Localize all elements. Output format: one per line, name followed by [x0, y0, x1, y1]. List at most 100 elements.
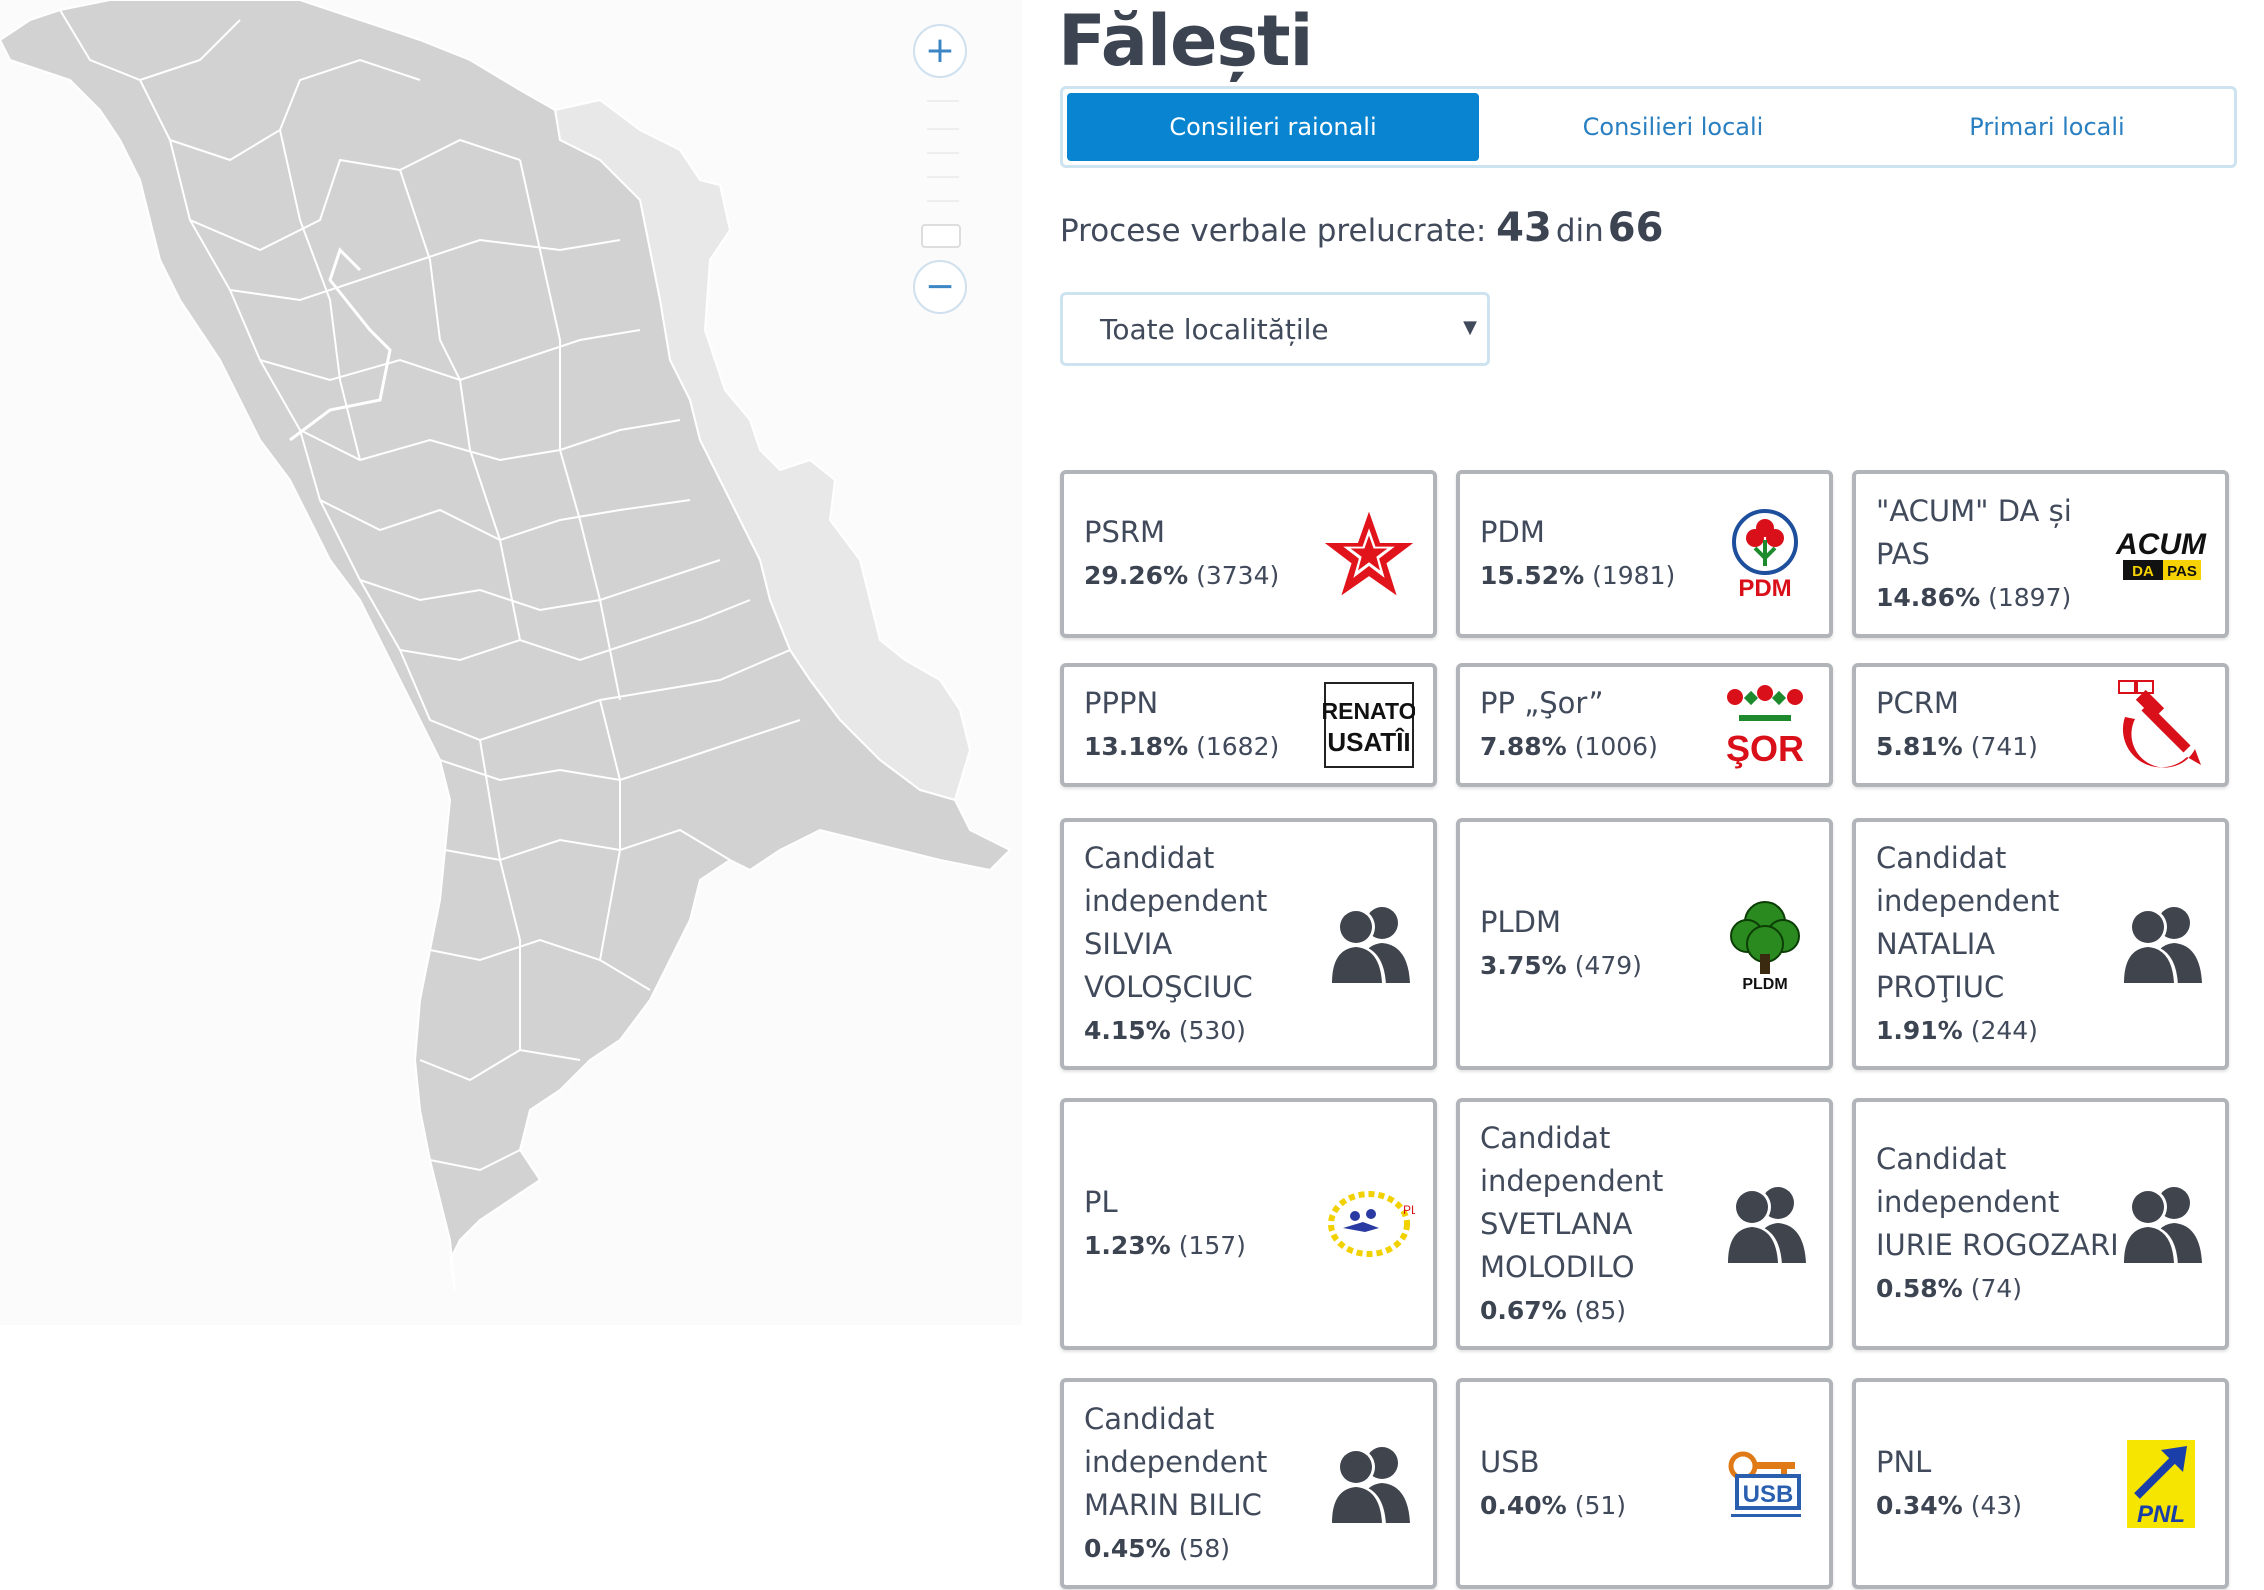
vote-count: (741)	[1970, 732, 2038, 761]
vote-count: (157)	[1178, 1231, 1246, 1260]
result-text: Candidat independent NATALIA PROŢIUC 1.91…	[1876, 822, 2126, 1066]
moldova-map[interactable]	[0, 0, 1022, 1325]
people-icon	[1321, 1436, 1417, 1532]
pl-logo: PL	[1321, 1176, 1417, 1272]
result-values: 1.23% (157)	[1084, 1224, 1334, 1267]
result-card[interactable]: Candidat independent SVETLANA MOLODILO 0.…	[1456, 1098, 1833, 1350]
vote-percent: 5.81%	[1876, 732, 1963, 761]
result-text: Candidat independent SILVIA VOLOŞCIUC 4.1…	[1084, 822, 1334, 1066]
result-card[interactable]: USB 0.40% (51) USB	[1456, 1378, 1833, 1589]
zoom-tick	[927, 200, 959, 202]
svg-text:RENATO: RENATO	[1323, 698, 1415, 724]
party-name: USB	[1480, 1444, 1540, 1479]
result-text: Candidat independent SVETLANA MOLODILO 0.…	[1480, 1102, 1730, 1346]
vote-percent: 0.58%	[1876, 1274, 1963, 1303]
result-card[interactable]: Candidat independent IURIE ROGOZARI 0.58%…	[1852, 1098, 2229, 1350]
result-card[interactable]: PSRM 29.26% (3734)	[1060, 470, 1437, 638]
vote-percent: 13.18%	[1084, 732, 1189, 761]
result-card[interactable]: PPPN 13.18% (1682) RENATO USATÎI	[1060, 663, 1437, 787]
svg-text:PAS: PAS	[2167, 563, 2197, 580]
result-text: USB 0.40% (51)	[1480, 1382, 1730, 1585]
pdm-rose-icon: PDM	[1717, 506, 1813, 602]
processed-total: 66	[1607, 205, 1664, 251]
vote-count: (1981)	[1592, 561, 1676, 590]
party-name: PDM	[1480, 515, 1545, 549]
vote-percent: 7.88%	[1480, 732, 1567, 761]
result-card[interactable]: PL 1.23% (157) PL	[1060, 1098, 1437, 1350]
result-values: 0.45% (58)	[1084, 1527, 1334, 1570]
people-icon	[1321, 896, 1417, 992]
map-panel[interactable]: + −	[0, 0, 1022, 1325]
result-values: 1.91% (244)	[1876, 1009, 2126, 1052]
vote-count: (58)	[1178, 1533, 1231, 1563]
result-values: 14.86% (1897)	[1876, 576, 2126, 619]
svg-text:USB: USB	[1743, 1481, 1794, 1508]
party-name: PP „Şor”	[1480, 686, 1604, 720]
result-text: PPPN 13.18% (1682)	[1084, 667, 1334, 783]
usb-key-logo: USB	[1717, 1436, 1813, 1532]
result-card[interactable]: PNL 0.34% (43) PNL	[1852, 1378, 2229, 1589]
party-name: PCRM	[1876, 686, 1959, 720]
svg-text:PLDM: PLDM	[1742, 976, 1787, 992]
result-text: PNL 0.34% (43)	[1876, 1382, 2126, 1585]
result-card[interactable]: PCRM 5.81% (741)	[1852, 663, 2229, 787]
processed-sep: din	[1555, 213, 1604, 249]
zoom-tick	[927, 100, 959, 102]
result-text: PSRM 29.26% (3734)	[1084, 474, 1334, 634]
vote-percent: 15.52%	[1480, 561, 1585, 590]
zoom-slider-handle[interactable]	[921, 224, 961, 248]
result-values: 0.34% (43)	[1876, 1484, 2126, 1527]
vote-percent: 1.23%	[1084, 1231, 1171, 1260]
result-values: 3.75% (479)	[1480, 944, 1730, 987]
result-values: 5.81% (741)	[1876, 725, 2126, 768]
locality-select[interactable]: Toate localitățile ▼	[1060, 292, 1490, 366]
tab-consilieri-raionali[interactable]: Consilieri raionali	[1067, 93, 1479, 161]
vote-count: (1897)	[1988, 582, 2072, 612]
result-card[interactable]: Candidat independent SILVIA VOLOŞCIUC 4.1…	[1060, 818, 1437, 1070]
vote-percent: 0.40%	[1480, 1490, 1567, 1520]
svg-text:DA: DA	[2132, 563, 2154, 580]
vote-percent: 29.26%	[1084, 561, 1189, 590]
svg-text:PDM: PDM	[1738, 575, 1791, 600]
tab-primari-locali[interactable]: Primari locali	[1867, 93, 2227, 161]
vote-count: (51)	[1574, 1490, 1627, 1520]
vote-count: (479)	[1574, 951, 1642, 980]
result-card[interactable]: Candidat independent NATALIA PROŢIUC 1.91…	[1852, 818, 2229, 1070]
processed-done: 43	[1496, 205, 1552, 251]
vote-percent: 14.86%	[1876, 582, 1981, 612]
vote-percent: 0.45%	[1084, 1533, 1171, 1563]
result-card[interactable]: Candidat independent MARIN BILIC 0.45% (5…	[1060, 1378, 1437, 1589]
result-card[interactable]: PLDM 3.75% (479) PLDM	[1456, 818, 1833, 1070]
pldm-tree-icon: PLDM	[1717, 896, 1813, 992]
processed-counter: Procese verbale prelucrate: 43 din 66	[1060, 205, 1663, 251]
vote-percent: 1.91%	[1876, 1015, 1963, 1045]
result-values: 0.67% (85)	[1480, 1289, 1730, 1332]
vote-count: (1006)	[1574, 732, 1658, 761]
tab-consilieri-locali[interactable]: Consilieri locali	[1479, 93, 1867, 161]
result-card[interactable]: PP „Şor” 7.88% (1006) ŞOR	[1456, 663, 1833, 787]
party-name: Candidat independent SVETLANA MOLODILO	[1480, 1120, 1664, 1284]
svg-text:PL: PL	[1403, 1203, 1415, 1217]
svg-text:ACUM: ACUM	[2115, 528, 2207, 561]
vote-count: (74)	[1970, 1274, 2023, 1303]
result-text: Candidat independent IURIE ROGOZARI 0.58%…	[1876, 1102, 2126, 1346]
pnl-logo: PNL	[2113, 1436, 2209, 1532]
vote-count: (43)	[1970, 1490, 2023, 1520]
vote-count: (3734)	[1196, 561, 1280, 590]
vote-count: (244)	[1970, 1015, 2038, 1045]
renato-usatii-logo: RENATO USATÎI	[1321, 677, 1417, 773]
result-values: 0.58% (74)	[1876, 1267, 2126, 1310]
page-title: Fălești	[1058, 0, 1314, 82]
minus-icon: −	[924, 266, 956, 307]
caret-down-icon: ▼	[1463, 317, 1477, 338]
locality-select-value: Toate localitățile	[1100, 312, 1329, 346]
party-name: PPPN	[1084, 686, 1159, 720]
result-card[interactable]: "ACUM" DA și PAS 14.86% (1897) ACUM DA PAS	[1852, 470, 2229, 638]
result-text: PLDM 3.75% (479)	[1480, 822, 1730, 1066]
result-card[interactable]: PDM 15.52% (1981) PDM	[1456, 470, 1833, 638]
zoom-in-button[interactable]: +	[913, 24, 967, 78]
processed-label: Procese verbale prelucrate:	[1060, 213, 1487, 249]
zoom-out-button[interactable]: −	[913, 260, 967, 314]
people-icon	[2113, 1176, 2209, 1272]
result-text: PDM 15.52% (1981)	[1480, 474, 1730, 634]
